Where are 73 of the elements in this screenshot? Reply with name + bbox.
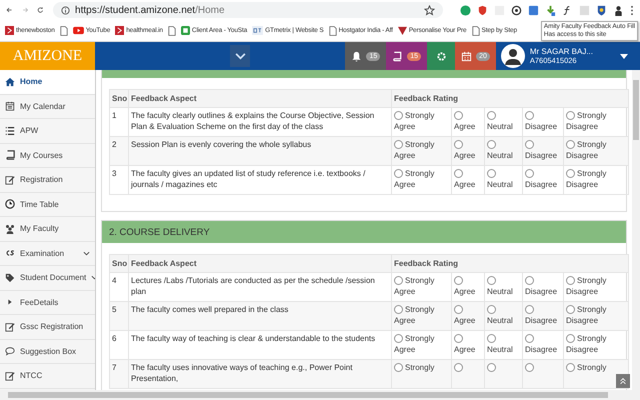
extension-icon[interactable] (460, 4, 472, 16)
sidebar-item[interactable]: My Courses (0, 144, 95, 168)
page-icon[interactable] (168, 26, 176, 36)
vertical-scrollbar[interactable] (632, 70, 640, 390)
book-icon (5, 150, 15, 160)
menu-icon[interactable] (630, 4, 634, 16)
toggle-button[interactable] (230, 45, 250, 67)
home-icon (5, 76, 15, 87)
user-name: Mr SAGAR BAJ... (530, 46, 593, 56)
square-icon[interactable] (180, 26, 190, 35)
badge-icon[interactable] (596, 4, 608, 16)
download-icon[interactable] (545, 4, 556, 16)
scroll-top-button[interactable] (616, 374, 630, 388)
sidebar-item[interactable]: My Calendar (0, 94, 95, 119)
table-cell: The faculty gives an updated list of study reference i.e. textbooks / journals / magazines etc (128, 166, 392, 194)
sidebar-item[interactable]: My Faculty (0, 217, 95, 242)
play-icon[interactable] (72, 26, 84, 35)
table-cell: 7 (110, 360, 128, 388)
edit-icon (5, 370, 15, 381)
at-sign-icon[interactable] (511, 4, 522, 16)
arrow-square-icon[interactable] (5, 26, 14, 35)
info-icon (61, 6, 70, 14)
double-chevron-up-icon (619, 377, 627, 385)
sidebar-item[interactable]: Time Table (0, 192, 95, 217)
sidebar-item[interactable]: Gssc Registration (0, 315, 95, 340)
sidebar-item[interactable]: Registration (0, 168, 95, 192)
caret-icon (620, 54, 628, 58)
speech-bubble-icon (5, 346, 15, 356)
page-icon[interactable] (328, 26, 337, 36)
notification-button[interactable] (427, 42, 456, 70)
people-icon (5, 224, 15, 234)
column-header: Feedback Aspect (128, 254, 392, 272)
table-cell: 2 (110, 136, 128, 166)
url-text: https://student.amizone.net/Home (75, 4, 226, 16)
table-cell: Session Plan is evenly covering the whole syllabus (128, 136, 392, 166)
column-header: Sno (110, 254, 128, 272)
avatar-icon (500, 44, 525, 68)
edit-icon (5, 174, 15, 185)
chevron-down-icon (234, 52, 246, 60)
table-cell: 5 (110, 302, 128, 330)
list-icon (5, 126, 15, 136)
gear-icon (436, 50, 447, 62)
address-bar[interactable]: https://student.amizone.net/Home (53, 2, 444, 18)
calendar-icon (5, 101, 15, 112)
calendar-icon (461, 50, 472, 62)
clock-icon (5, 199, 15, 210)
star-icon[interactable] (424, 4, 436, 16)
book-icon (392, 50, 404, 62)
extension-icon[interactable] (528, 4, 540, 16)
table-cell: 3 (110, 166, 128, 194)
sidebar-item[interactable]: Suggestion Box (0, 340, 95, 364)
bell-icon (351, 50, 362, 62)
sidebar-item[interactable]: Home (0, 70, 95, 94)
sidebar-item[interactable]: FeeDetails (0, 290, 95, 315)
sidebar-item[interactable]: Examination (0, 242, 95, 266)
sidebar-item[interactable]: NTCC (0, 364, 95, 388)
person-icon[interactable] (613, 4, 624, 16)
tag-icon (5, 272, 15, 283)
triangle-icon[interactable] (398, 26, 407, 35)
horizontal-scrollbar[interactable] (0, 390, 640, 400)
column-header: Feedback Rating (392, 254, 629, 272)
shield-icon[interactable] (477, 4, 488, 16)
section-title: 2. COURSE DELIVERY (109, 226, 210, 238)
table-cell: The faculty uses innovative ways of teaching e.g., Power Point Presentation, (128, 360, 392, 388)
column-header: Sno (110, 90, 128, 108)
edit-icon (5, 322, 15, 332)
page-icon[interactable] (60, 26, 68, 36)
sidebar-item[interactable]: APW (0, 119, 95, 144)
page-icon[interactable] (472, 26, 480, 36)
column-header: Feedback Rating (392, 90, 629, 108)
arrow-square-icon[interactable] (115, 26, 124, 35)
column-header: Feedback Aspect (128, 90, 392, 108)
table-cell: The faculty comes well prepared in the class (128, 302, 392, 330)
